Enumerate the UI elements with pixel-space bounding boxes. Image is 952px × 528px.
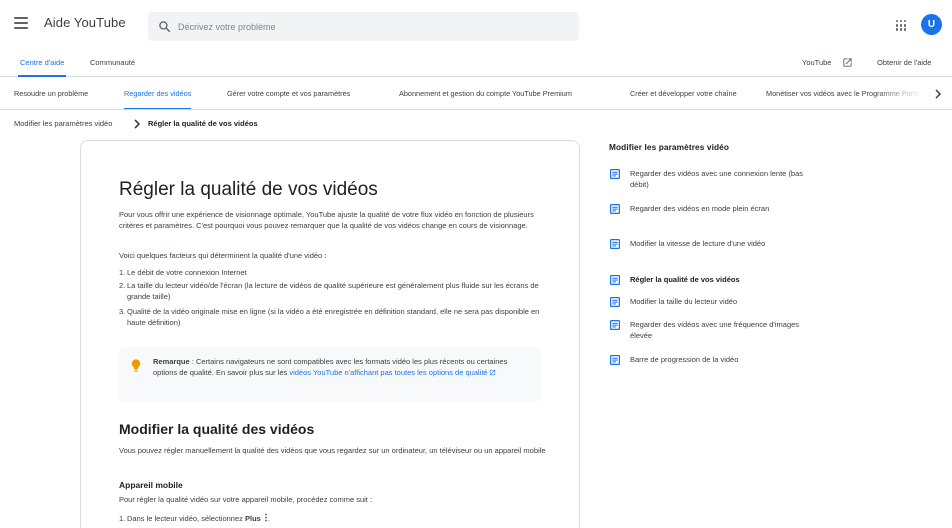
- top-bar: Aide YouTube U: [0, 0, 952, 48]
- category-tab-monetize[interactable]: Monétiser vos vidéos avec le Programme P…: [766, 78, 922, 109]
- youtube-link[interactable]: YouTube: [802, 48, 831, 77]
- list-item: 3. Qualité de la vidéo originale mise en…: [119, 306, 547, 329]
- note-label: Remarque: [153, 357, 190, 366]
- section-title: Modifier la qualité des vidéos: [119, 421, 315, 437]
- list-item-text: La taille du lecteur vidéo/de l'écran (l…: [127, 281, 539, 302]
- sidebar-item-player-size[interactable]: Modifier la taille du lecteur vidéo: [609, 296, 809, 307]
- document-icon: [610, 355, 620, 365]
- open-in-new-icon[interactable]: [842, 57, 853, 68]
- document-icon: [610, 297, 620, 307]
- subsection-text: Pour régler la qualité vidéo sur votre a…: [119, 495, 373, 504]
- sidebar-item-fullscreen[interactable]: Regarder des vidéos en mode plein écran: [609, 203, 809, 214]
- sidebar-item-label[interactable]: Régler la qualité de vos vidéos: [630, 274, 809, 285]
- sidebar-item-label[interactable]: Regarder des vidéos en mode plein écran: [630, 203, 809, 214]
- category-tab-account-settings[interactable]: Gérer votre compte et vos paramètres: [227, 78, 350, 109]
- lightbulb-icon: [131, 359, 141, 372]
- list-item-text: Dans le lecteur vidéo, sélectionnez Plus…: [119, 513, 547, 524]
- breadcrumb-parent[interactable]: Modifier les paramètres vidéo: [14, 119, 112, 128]
- sidebar-item-video-quality[interactable]: Régler la qualité de vos vidéos: [609, 274, 809, 285]
- list-item-text: Le débit de votre connexion Internet: [127, 268, 247, 277]
- sidebar-item-playback-speed[interactable]: Modifier la vitesse de lecture d'une vid…: [609, 238, 809, 249]
- get-help-link[interactable]: Obtenir de l'aide: [877, 48, 931, 77]
- list-item-number: 1.: [119, 514, 126, 523]
- category-tab-watch-videos[interactable]: Regarder des vidéos: [124, 78, 192, 109]
- next-categories-button[interactable]: [924, 78, 952, 109]
- menu-icon[interactable]: [14, 17, 28, 29]
- list-item-number: 2.: [119, 281, 126, 290]
- article-intro: Pour vous offrir une expérience de visio…: [119, 210, 534, 231]
- document-icon: [610, 169, 620, 179]
- list-item-number: 3.: [119, 307, 126, 316]
- step-text: Dans le lecteur vidéo, sélectionnez: [127, 514, 245, 523]
- app-title[interactable]: Aide YouTube: [44, 15, 126, 30]
- article-card: Régler la qualité de vos vidéos Pour vou…: [80, 140, 580, 528]
- page-title: Régler la qualité de vos vidéos: [119, 179, 378, 200]
- category-tab-create-channel[interactable]: Créer et développer votre chaîne: [630, 78, 737, 109]
- sidebar-item-label[interactable]: Modifier la taille du lecteur vidéo: [630, 296, 809, 307]
- tab-help-center[interactable]: Centre d'aide: [17, 48, 67, 77]
- category-tab-troubleshoot[interactable]: Resoudre un problème: [14, 78, 88, 109]
- sidebar-item-label[interactable]: Regarder des vidéos avec une connexion l…: [630, 168, 809, 191]
- document-icon: [610, 239, 620, 249]
- sidebar-item-slow-connection[interactable]: Regarder des vidéos avec une connexion l…: [609, 168, 809, 191]
- apps-grid-icon[interactable]: [896, 20, 907, 31]
- sidebar-item-progress-bar[interactable]: Barre de progression de la vidéo: [609, 354, 809, 365]
- note-box: Remarque : Certains navigateurs ne sont …: [119, 347, 541, 402]
- note-link[interactable]: vidéos YouTube n'affichant pas toutes le…: [289, 368, 487, 377]
- note-text: Remarque : Certains navigateurs ne sont …: [153, 356, 533, 379]
- list-item: 1. Le débit de votre connexion Internet: [119, 267, 547, 278]
- sidebar-item-label[interactable]: Barre de progression de la vidéo: [630, 354, 809, 365]
- search-input[interactable]: [178, 12, 568, 41]
- step-end: .: [267, 514, 270, 523]
- list-item: 1. Dans le lecteur vidéo, sélectionnez P…: [119, 513, 547, 524]
- sub-navigation: Centre d'aide Communauté YouTube Obtenir…: [0, 48, 952, 77]
- subsection-title: Appareil mobile: [119, 480, 183, 490]
- list-item-number: 1.: [119, 268, 126, 277]
- section-text: Vous pouvez régler manuellement la quali…: [119, 446, 546, 455]
- sidebar-item-high-frame-rate[interactable]: Regarder des vidéos avec une fréquence d…: [609, 319, 809, 342]
- document-icon: [610, 320, 620, 330]
- factors-intro: Voici quelques facteurs qui déterminent …: [119, 251, 327, 260]
- search-box[interactable]: [148, 12, 579, 41]
- tab-community[interactable]: Communauté: [90, 48, 135, 77]
- sidebar-title: Modifier les paramètres vidéo: [609, 142, 730, 152]
- sidebar-item-label[interactable]: Regarder des vidéos avec une fréquence d…: [630, 319, 809, 342]
- category-tab-premium[interactable]: Abonnement et gestion du compte YouTube …: [399, 78, 572, 109]
- chevron-right-icon: [935, 88, 942, 99]
- document-icon: [610, 275, 620, 285]
- list-item: 2. La taille du lecteur vidéo/de l'écran…: [119, 280, 547, 303]
- open-in-new-icon[interactable]: [489, 369, 496, 376]
- document-icon: [610, 204, 620, 214]
- category-tabs: Resoudre un problème Regarder des vidéos…: [0, 78, 952, 110]
- sidebar-item-label[interactable]: Modifier la vitesse de lecture d'une vid…: [630, 238, 809, 249]
- avatar[interactable]: U: [921, 14, 942, 35]
- breadcrumb-current: Régler la qualité de vos vidéos: [148, 119, 258, 128]
- search-icon[interactable]: [158, 20, 171, 33]
- list-item-text: Qualité de la vidéo originale mise en li…: [127, 307, 540, 328]
- chevron-right-icon: [134, 119, 141, 129]
- step-bold: Plus: [244, 514, 261, 523]
